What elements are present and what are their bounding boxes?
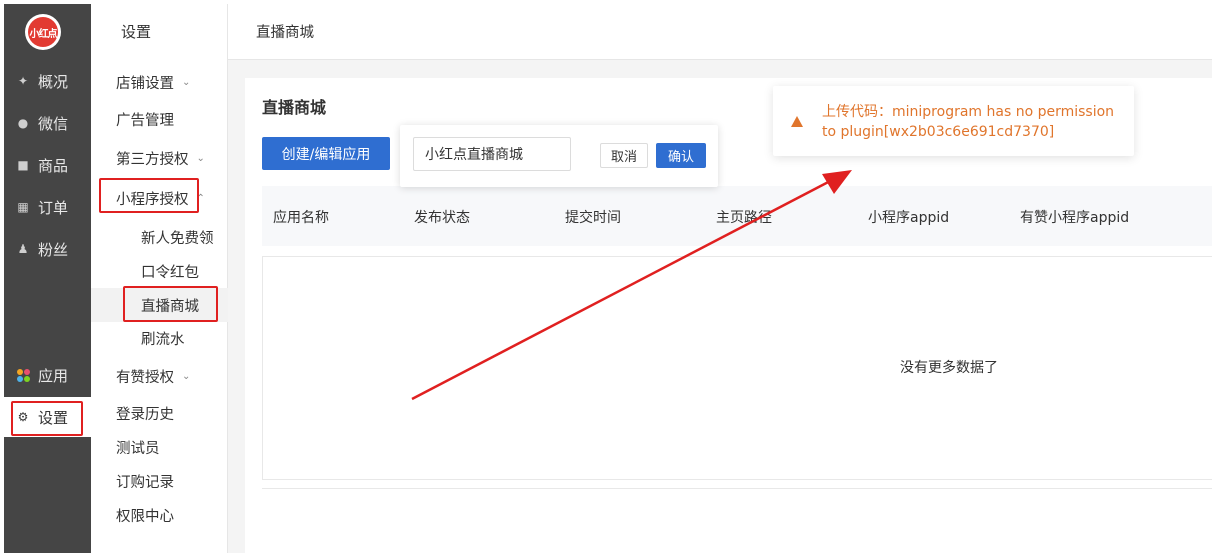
app-window: 小红点 ✦ 概况 ● 微信 ■ 商品 ▦ 订单 ♟ 粉丝 应用 ⚙ 设置 设置 … xyxy=(4,4,1212,553)
annotation-arrow-line xyxy=(411,176,837,401)
annotation-arrow xyxy=(411,170,852,401)
